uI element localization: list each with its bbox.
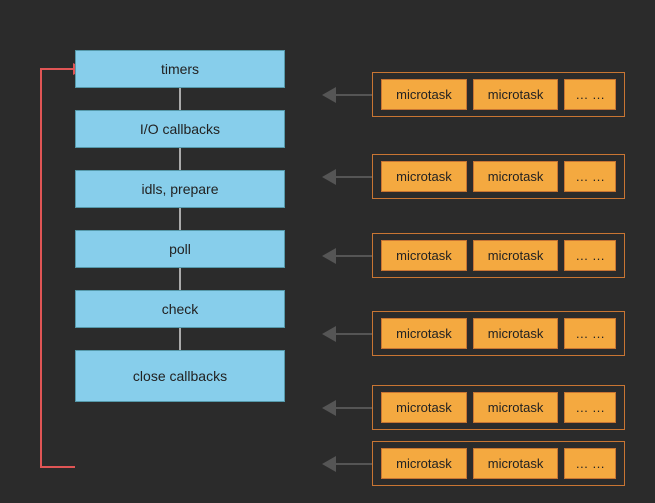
microtask-dots-poll: … … <box>564 318 616 349</box>
connector-4 <box>179 268 181 290</box>
microtask-box-idls-1: microtask <box>381 240 467 271</box>
microtask-dots-check: … … <box>564 392 616 423</box>
microtask-group-check: microtask microtask … … <box>372 385 625 430</box>
microtask-dots-io: … … <box>564 161 616 192</box>
microtask-box-check-2: microtask <box>473 392 559 423</box>
microtask-row-poll: microtask microtask … … <box>322 311 625 356</box>
phase-box-poll: poll <box>75 230 285 268</box>
event-loop-diagram: timers I/O callbacks idls, prepare poll … <box>0 0 655 503</box>
phase-label-timers: timers <box>161 61 199 77</box>
phase-label-check: check <box>162 301 199 317</box>
connector-5 <box>179 328 181 350</box>
microtask-row-io: microtask microtask … … <box>322 154 625 199</box>
connector-1 <box>179 88 181 110</box>
microtask-row-timers: microtask microtask … … <box>322 72 625 117</box>
microtask-box-2: microtask <box>473 79 559 110</box>
phase-box-io-callbacks: I/O callbacks <box>75 110 285 148</box>
connector-3 <box>179 208 181 230</box>
phase-column: timers I/O callbacks idls, prepare poll … <box>75 50 285 402</box>
microtask-box-io-1: microtask <box>381 161 467 192</box>
loop-arrow <box>40 68 75 468</box>
microtask-box-idls-2: microtask <box>473 240 559 271</box>
phase-label-io-callbacks: I/O callbacks <box>140 121 220 137</box>
microtask-box-poll-2: microtask <box>473 318 559 349</box>
connector-2 <box>179 148 181 170</box>
microtask-box-io-2: microtask <box>473 161 559 192</box>
phase-label-close-callbacks: close callbacks <box>133 368 227 384</box>
phase-label-idls-prepare: idls, prepare <box>141 181 218 197</box>
microtask-group-idls: microtask microtask … … <box>372 233 625 278</box>
microtask-box-close-1: microtask <box>381 448 467 479</box>
microtask-group-close: microtask microtask … … <box>372 441 625 486</box>
microtask-dots: … … <box>564 79 616 110</box>
microtask-box-poll-1: microtask <box>381 318 467 349</box>
phase-box-check: check <box>75 290 285 328</box>
microtask-row-close: microtask microtask … … <box>322 441 625 486</box>
phase-label-poll: poll <box>169 241 191 257</box>
microtask-group-io: microtask microtask … … <box>372 154 625 199</box>
phase-box-idls-prepare: idls, prepare <box>75 170 285 208</box>
microtask-group-poll: microtask microtask … … <box>372 311 625 356</box>
microtask-box-1: microtask <box>381 79 467 110</box>
phase-box-timers: timers <box>75 50 285 88</box>
phase-box-close-callbacks: close callbacks <box>75 350 285 402</box>
microtask-dots-idls: … … <box>564 240 616 271</box>
microtask-row-check: microtask microtask … … <box>322 385 625 430</box>
microtask-row-idls: microtask microtask … … <box>322 233 625 278</box>
microtask-group-timers: microtask microtask … … <box>372 72 625 117</box>
microtask-box-check-1: microtask <box>381 392 467 423</box>
microtask-box-close-2: microtask <box>473 448 559 479</box>
microtask-dots-close: … … <box>564 448 616 479</box>
